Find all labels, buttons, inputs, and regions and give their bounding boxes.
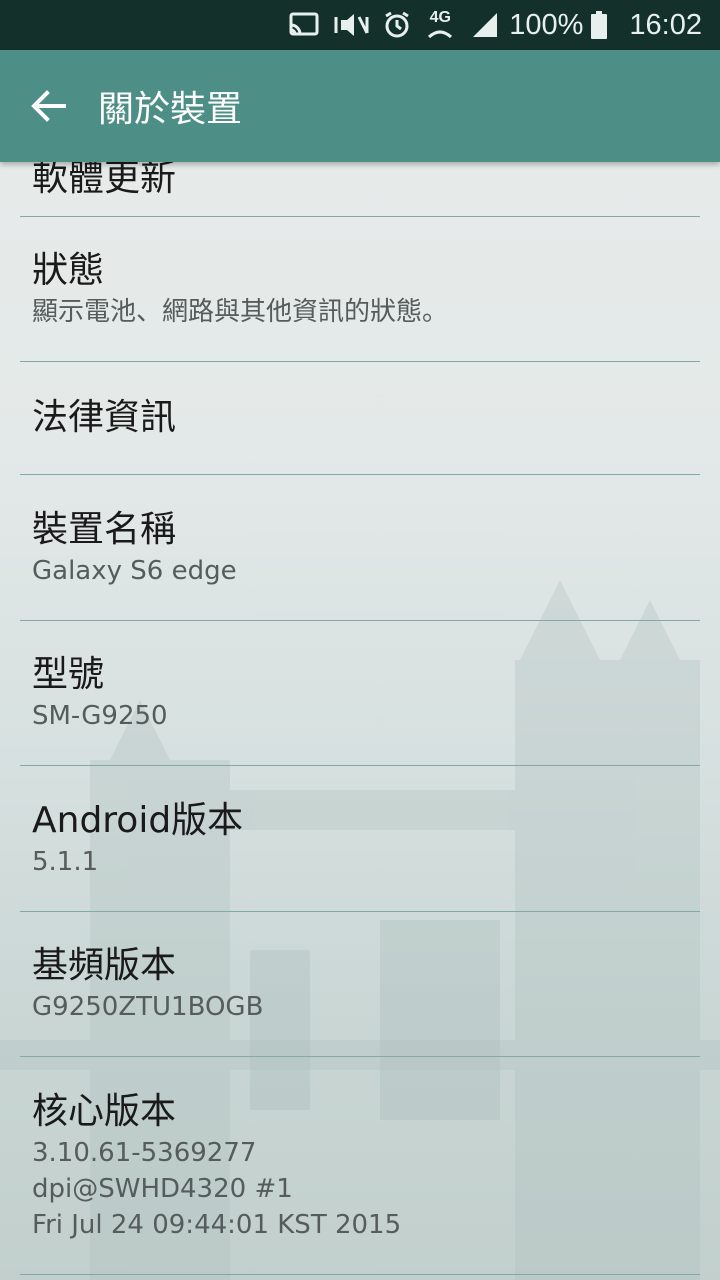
item-title: Android版本 (32, 799, 244, 841)
list-item-status[interactable]: 狀態 顯示電池、網路與其他資訊的狀態。 (20, 217, 700, 362)
item-title: 型號 (32, 654, 105, 695)
battery-icon (591, 11, 608, 39)
item-subtitle: 3.10.61-5369277 dpi@SWHD4320 #1 Fri Jul … (32, 1137, 402, 1240)
list-item-kernel-version[interactable]: 核心版本 3.10.61-5369277 dpi@SWHD4320 #1 Fri… (20, 1057, 700, 1275)
item-title: 軟體更新 (32, 162, 177, 199)
page-title: 關於裝置 (98, 89, 243, 130)
clock: 16:02 (629, 8, 702, 41)
list-item-model-number[interactable]: 型號 SM-G9250 (20, 621, 700, 766)
signal-icon (469, 11, 499, 39)
status-bar: 4G 100% 16:02 (0, 0, 720, 50)
list-item-legal-info[interactable]: 法律資訊 (20, 362, 700, 475)
item-title: 基頻版本 (32, 945, 177, 986)
item-subtitle: SM-G9250 (32, 701, 168, 731)
item-title: 狀態 (32, 250, 105, 291)
item-subtitle: G9250ZTU1BOGB (32, 992, 264, 1022)
about-device-list: 軟體更新 狀態 顯示電池、網路與其他資訊的狀態。 法律資訊 裝置名稱 Galax… (0, 162, 720, 1280)
battery-percent: 100% (509, 8, 584, 41)
list-item-android-version[interactable]: Android版本 5.1.1 (20, 766, 700, 912)
list-item-device-name[interactable]: 裝置名稱 Galaxy S6 edge (20, 475, 700, 621)
item-title: 裝置名稱 (32, 508, 177, 550)
item-title: 核心版本 (32, 1090, 177, 1132)
list-item-software-update[interactable]: 軟體更新 (20, 162, 700, 217)
back-button[interactable] (0, 50, 96, 162)
app-bar: 關於裝置 (0, 50, 720, 162)
item-title: 法律資訊 (32, 397, 177, 438)
alarm-icon (383, 11, 411, 39)
item-subtitle: 顯示電池、網路與其他資訊的狀態。 (32, 297, 449, 327)
cast-icon (289, 12, 319, 38)
4g-data-icon: 4G (425, 10, 455, 39)
item-subtitle: 5.1.1 (32, 846, 99, 877)
item-subtitle: Galaxy S6 edge (32, 555, 237, 586)
list-item-baseband-version[interactable]: 基頻版本 G9250ZTU1BOGB (20, 912, 700, 1057)
mute-vibrate-icon (333, 11, 369, 39)
back-arrow-icon (31, 90, 66, 122)
